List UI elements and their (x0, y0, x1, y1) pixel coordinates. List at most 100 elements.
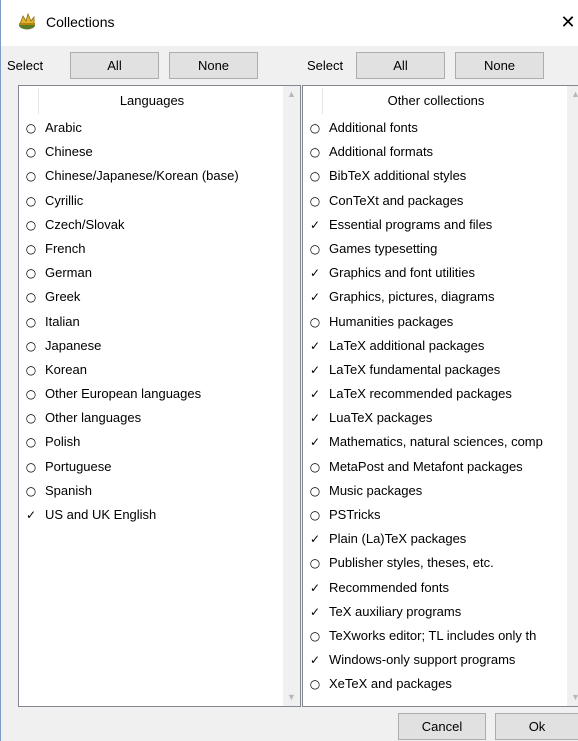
list-item[interactable]: ✓ Graphics and font utilities (303, 261, 569, 285)
unchecked-circle-icon[interactable]: ○ (25, 482, 37, 500)
languages-header[interactable]: Languages (19, 86, 285, 116)
unchecked-circle-icon[interactable]: ○ (309, 506, 321, 524)
checkmark-icon[interactable]: ✓ (309, 409, 321, 427)
list-item[interactable]: ○ Arabic (19, 116, 285, 140)
list-item[interactable]: ✓ Windows-only support programs (303, 648, 569, 672)
list-item-label: LuaTeX packages (329, 410, 433, 426)
list-item[interactable]: ○ Czech/Slovak (19, 213, 285, 237)
unchecked-circle-icon[interactable]: ○ (25, 313, 37, 331)
list-item[interactable]: ○ Cyrillic (19, 189, 285, 213)
list-item[interactable]: ✓ Essential programs and files (303, 213, 569, 237)
list-item[interactable]: ○ Other languages (19, 406, 285, 430)
unchecked-circle-icon[interactable]: ○ (25, 143, 37, 161)
list-item[interactable]: ○ XeTeX and packages (303, 672, 569, 696)
list-item[interactable]: ○ TeXworks editor; TL includes only th (303, 624, 569, 648)
list-item[interactable]: ✓ LaTeX additional packages (303, 334, 569, 358)
checkmark-icon[interactable]: ✓ (309, 603, 321, 621)
unchecked-circle-icon[interactable]: ○ (309, 143, 321, 161)
list-item[interactable]: ○ Spanish (19, 479, 285, 503)
other-collections-list[interactable]: Other collections ○ Additional fonts ○ Addi… (302, 85, 578, 707)
unchecked-circle-icon[interactable]: ○ (25, 192, 37, 210)
unchecked-circle-icon[interactable]: ○ (309, 313, 321, 331)
list-item[interactable]: ○ BibTeX additional styles (303, 164, 569, 188)
list-item[interactable]: ○ Japanese (19, 334, 285, 358)
checkmark-icon[interactable]: ✓ (309, 216, 321, 234)
unchecked-circle-icon[interactable]: ○ (309, 192, 321, 210)
list-item[interactable]: ✓ Plain (La)TeX packages (303, 527, 569, 551)
checkmark-icon[interactable]: ✓ (309, 361, 321, 379)
unchecked-circle-icon[interactable]: ○ (309, 675, 321, 693)
unchecked-circle-icon[interactable]: ○ (309, 627, 321, 645)
list-item[interactable]: ○ MetaPost and Metafont packages (303, 455, 569, 479)
list-item[interactable]: ○ Italian (19, 310, 285, 334)
checkmark-icon[interactable]: ✓ (309, 288, 321, 306)
list-item[interactable]: ✓ US and UK English (19, 503, 285, 527)
list-item[interactable]: ✓ LaTeX fundamental packages (303, 358, 569, 382)
list-item[interactable]: ○ Additional formats (303, 140, 569, 164)
list-item[interactable]: ○ Polish (19, 430, 285, 454)
languages-scrollbar[interactable]: ▲ ▼ (283, 86, 300, 706)
unchecked-circle-icon[interactable]: ○ (25, 240, 37, 258)
ok-button[interactable]: Ok (495, 713, 578, 740)
checkmark-icon[interactable]: ✓ (309, 651, 321, 669)
checkmark-icon[interactable]: ✓ (309, 579, 321, 597)
checkmark-icon[interactable]: ✓ (309, 264, 321, 282)
unchecked-circle-icon[interactable]: ○ (25, 361, 37, 379)
other-collections-header[interactable]: Other collections (303, 86, 569, 116)
scroll-down-arrow-icon[interactable]: ▼ (283, 689, 300, 706)
list-item[interactable]: ○ Additional fonts (303, 116, 569, 140)
cancel-button[interactable]: Cancel (398, 713, 486, 740)
unchecked-circle-icon[interactable]: ○ (309, 240, 321, 258)
languages-list[interactable]: Languages ○ Arabic ○ Chinese ○ Chinese/Japane… (18, 85, 301, 707)
unchecked-circle-icon[interactable]: ○ (25, 433, 37, 451)
list-item[interactable]: ✓ TeX auxiliary programs (303, 600, 569, 624)
list-item[interactable]: ○ Publisher styles, theses, etc. (303, 551, 569, 575)
other-collections-scrollbar[interactable]: ▲ ▼ (567, 86, 578, 706)
list-item[interactable]: ✓ LuaTeX packages (303, 406, 569, 430)
list-item[interactable]: ○ Music packages (303, 479, 569, 503)
list-item[interactable]: ○ Games typesetting (303, 237, 569, 261)
list-item[interactable]: ○ Other European languages (19, 382, 285, 406)
unchecked-circle-icon[interactable]: ○ (309, 167, 321, 185)
checkmark-icon[interactable]: ✓ (309, 337, 321, 355)
list-item[interactable]: ○ Portuguese (19, 455, 285, 479)
left-select-all-button[interactable]: All (70, 52, 159, 79)
list-item[interactable]: ○ German (19, 261, 285, 285)
right-select-all-button[interactable]: All (356, 52, 445, 79)
scroll-down-arrow-icon[interactable]: ▼ (567, 689, 578, 706)
scroll-up-arrow-icon[interactable]: ▲ (567, 86, 578, 103)
checkmark-icon[interactable]: ✓ (25, 506, 37, 524)
checkmark-icon[interactable]: ✓ (309, 385, 321, 403)
checkmark-icon[interactable]: ✓ (309, 433, 321, 451)
right-select-none-button[interactable]: None (455, 52, 544, 79)
list-item[interactable]: ✓ Mathematics, natural sciences, comp (303, 430, 569, 454)
list-item[interactable]: ✓ Graphics, pictures, diagrams (303, 285, 569, 309)
unchecked-circle-icon[interactable]: ○ (25, 337, 37, 355)
unchecked-circle-icon[interactable]: ○ (25, 288, 37, 306)
checkmark-icon[interactable]: ✓ (309, 530, 321, 548)
unchecked-circle-icon[interactable]: ○ (309, 119, 321, 137)
list-item[interactable]: ○ ConTeXt and packages (303, 189, 569, 213)
unchecked-circle-icon[interactable]: ○ (25, 119, 37, 137)
list-item[interactable]: ○ French (19, 237, 285, 261)
list-item[interactable]: ○ Korean (19, 358, 285, 382)
unchecked-circle-icon[interactable]: ○ (25, 385, 37, 403)
unchecked-circle-icon[interactable]: ○ (25, 167, 37, 185)
unchecked-circle-icon[interactable]: ○ (25, 458, 37, 476)
list-item[interactable]: ○ Chinese (19, 140, 285, 164)
list-item[interactable]: ✓ LaTeX recommended packages (303, 382, 569, 406)
list-item[interactable]: ○ Humanities packages (303, 310, 569, 334)
unchecked-circle-icon[interactable]: ○ (309, 554, 321, 572)
scroll-up-arrow-icon[interactable]: ▲ (283, 86, 300, 103)
close-icon[interactable]: ✕ (557, 10, 578, 34)
list-item[interactable]: ✓ Recommended fonts (303, 576, 569, 600)
list-item[interactable]: ○ Chinese/Japanese/Korean (base) (19, 164, 285, 188)
list-item[interactable]: ○ PSTricks (303, 503, 569, 527)
unchecked-circle-icon[interactable]: ○ (25, 216, 37, 234)
list-item[interactable]: ○ Greek (19, 285, 285, 309)
unchecked-circle-icon[interactable]: ○ (25, 264, 37, 282)
unchecked-circle-icon[interactable]: ○ (309, 482, 321, 500)
unchecked-circle-icon[interactable]: ○ (25, 409, 37, 427)
left-select-none-button[interactable]: None (169, 52, 258, 79)
unchecked-circle-icon[interactable]: ○ (309, 458, 321, 476)
